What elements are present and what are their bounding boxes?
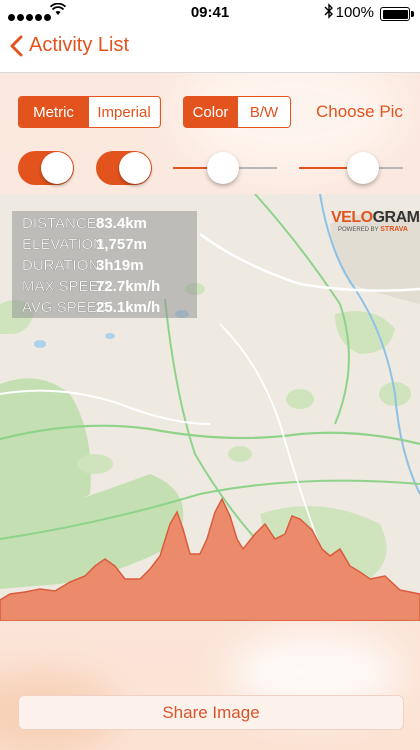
slider-1[interactable]: [173, 151, 277, 185]
share-image-button[interactable]: Share Image: [18, 695, 404, 730]
stats-overlay: DISTANCE 83.4km ELEVATION 1,757m DURATION 3…: [12, 211, 197, 318]
navigation-bar: Activity List: [0, 26, 420, 73]
back-button-label: Activity List: [29, 34, 130, 56]
slider-2-thumb[interactable]: [347, 152, 380, 184]
chevron-left-icon: [10, 35, 23, 56]
editor-panel: Metric Imperial Color B/W Choose Pic DIS…: [0, 73, 420, 750]
imperial-option[interactable]: Imperial: [88, 97, 159, 127]
bluetooth-icon: [324, 3, 334, 22]
bw-option[interactable]: B/W: [237, 97, 290, 127]
velogram-logo: VELOGRAM POWERED BY STRAVA: [331, 209, 420, 233]
back-button[interactable]: Activity List: [10, 34, 129, 57]
status-bar: 09:41 100%: [0, 0, 420, 26]
toggle-1[interactable]: [18, 151, 74, 185]
metric-option[interactable]: Metric: [19, 97, 88, 127]
slider-1-thumb[interactable]: [206, 152, 239, 184]
battery-icon: [380, 7, 414, 21]
battery-percent: 100%: [335, 4, 374, 21]
choose-pic-button[interactable]: Choose Pic: [316, 102, 403, 122]
slider-2[interactable]: [299, 151, 403, 185]
toggle-2[interactable]: [96, 151, 152, 185]
color-mode-segmented-control: Color B/W: [183, 96, 291, 128]
color-option[interactable]: Color: [184, 97, 237, 127]
units-segmented-control: Metric Imperial: [18, 96, 161, 128]
